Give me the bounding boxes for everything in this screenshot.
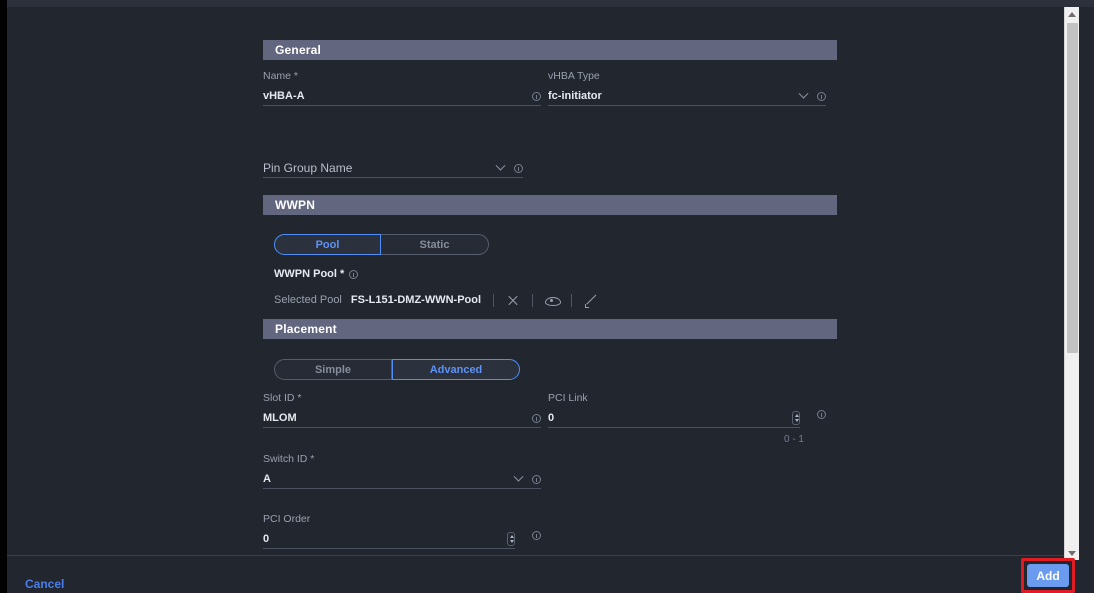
toggle-option-pool[interactable]: Pool — [274, 234, 381, 255]
pencil-icon[interactable] — [584, 293, 598, 307]
name-input[interactable]: vHBA-A — [263, 87, 541, 106]
cancel-button[interactable]: Cancel — [25, 577, 64, 591]
vhba-type-select[interactable]: fc-initiator — [548, 87, 826, 106]
chevron-down-icon[interactable] — [799, 88, 809, 98]
info-icon[interactable] — [532, 414, 541, 423]
spinner-icon[interactable] — [507, 532, 515, 546]
divider — [493, 294, 494, 307]
scrollbar-thumb[interactable] — [1067, 23, 1078, 353]
section-header-general: General — [263, 40, 837, 60]
eye-icon[interactable] — [545, 293, 559, 307]
chevron-down-icon[interactable] — [514, 471, 524, 481]
pci-link-range-hint: 0 - 1 — [784, 434, 804, 445]
info-icon[interactable] — [532, 475, 541, 484]
field-label-slot-id: Slot ID * — [263, 392, 541, 405]
info-icon[interactable] — [349, 270, 358, 279]
pin-group-name-placeholder: Pin Group Name — [263, 161, 352, 175]
slot-id-value: MLOM — [263, 412, 297, 424]
switch-id-select[interactable]: A — [263, 470, 541, 489]
window-top-strip — [0, 0, 1094, 7]
pci-link-input[interactable]: 0 — [548, 409, 800, 428]
vertical-scrollbar[interactable] — [1064, 7, 1079, 560]
scroll-up-icon[interactable] — [1065, 7, 1079, 21]
toggle-option-advanced[interactable]: Advanced — [392, 359, 520, 380]
info-icon[interactable] — [817, 410, 826, 419]
info-icon[interactable] — [514, 164, 523, 173]
field-switch-id[interactable]: Switch ID * A — [263, 453, 541, 493]
spinner-icon[interactable] — [792, 411, 800, 425]
pci-order-input[interactable]: 0 — [263, 530, 515, 549]
switch-id-value: A — [263, 473, 271, 485]
info-icon[interactable] — [532, 531, 541, 540]
dialog-panel: General Name * vHBA-A vHBA Type fc-initi… — [7, 7, 1079, 593]
field-label-switch-id: Switch ID * — [263, 453, 541, 466]
section-title-wwpn: WWPN — [275, 198, 315, 212]
pci-order-value: 0 — [263, 533, 269, 545]
divider — [532, 294, 533, 307]
toggle-option-static[interactable]: Static — [381, 234, 489, 255]
field-name[interactable]: Name * vHBA-A — [263, 70, 541, 110]
selected-pool-value: FS-L151-DMZ-WWN-Pool — [351, 294, 481, 306]
toggle-option-simple[interactable]: Simple — [274, 359, 392, 380]
field-label-name: Name * — [263, 70, 541, 83]
field-vhba-type[interactable]: vHBA Type fc-initiator — [548, 70, 826, 110]
wwpn-pool-label: WWPN Pool * — [274, 268, 358, 280]
name-value: vHBA-A — [263, 90, 305, 102]
add-button[interactable]: Add — [1027, 564, 1069, 587]
close-icon[interactable] — [506, 293, 520, 307]
section-header-placement: Placement — [263, 319, 837, 339]
dialog-footer: Cancel — [7, 555, 1079, 593]
field-pin-group-name[interactable]: Pin Group Name — [263, 146, 523, 186]
vhba-type-value: fc-initiator — [548, 90, 602, 102]
field-label-pci-link: PCI Link — [548, 392, 826, 405]
section-title-placement: Placement — [275, 322, 337, 336]
field-pci-link[interactable]: PCI Link 0 0 - 1 — [548, 392, 826, 432]
window-left-border — [0, 0, 7, 593]
field-label-pci-order: PCI Order — [263, 513, 541, 526]
section-header-wwpn: WWPN — [263, 195, 837, 215]
app-window: General Name * vHBA-A vHBA Type fc-initi… — [0, 0, 1094, 593]
selected-pool-label: Selected Pool — [274, 294, 342, 306]
pci-link-value: 0 — [548, 412, 554, 424]
chevron-down-icon[interactable] — [496, 160, 506, 170]
pin-group-name-select[interactable]: Pin Group Name — [263, 159, 523, 178]
dialog-scroll-area[interactable]: General Name * vHBA-A vHBA Type fc-initi… — [7, 7, 1079, 555]
selected-pool-row: Selected Pool FS-L151-DMZ-WWN-Pool — [274, 292, 598, 308]
wwpn-source-toggle[interactable]: Pool Static — [274, 234, 489, 255]
placement-mode-toggle[interactable]: Simple Advanced — [274, 359, 520, 380]
field-label-vhba-type: vHBA Type — [548, 70, 826, 83]
field-pci-order[interactable]: PCI Order 0 — [263, 513, 541, 553]
wwpn-pool-label-text: WWPN Pool * — [274, 268, 344, 280]
slot-id-input[interactable]: MLOM — [263, 409, 541, 428]
section-title-general: General — [275, 43, 321, 57]
divider — [571, 294, 572, 307]
info-icon[interactable] — [532, 92, 541, 101]
field-slot-id[interactable]: Slot ID * MLOM — [263, 392, 541, 432]
info-icon[interactable] — [817, 92, 826, 101]
